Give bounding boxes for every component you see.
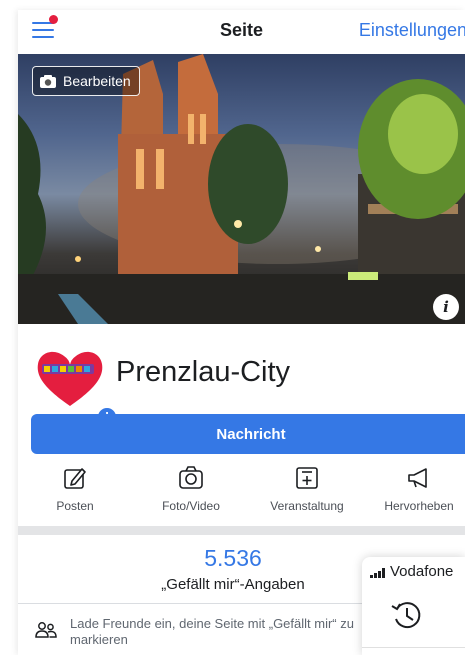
promote-action[interactable]: Hervorheben [364,465,465,513]
heart-logo [37,351,103,406]
invite-text: Lade Freunde ein, deine Seite mit „Gefäl… [70,616,354,647]
friends-icon [35,622,57,638]
history-icon[interactable] [388,597,424,633]
settings-link[interactable]: Einstellungen [359,20,465,41]
edit-cover-label: Bearbeiten [63,73,131,89]
edit-cover-button[interactable]: Bearbeiten [32,66,140,96]
panel-divider [362,647,465,648]
signal-icon [370,568,385,578]
profile-section: + Prenzlau-City [18,324,465,428]
camera-icon [179,466,203,489]
info-button[interactable]: i [433,294,459,320]
post-label: Posten [56,499,94,513]
cover-photo[interactable]: Bearbeiten i [18,54,465,324]
promote-label: Hervorheben [384,499,454,513]
message-button[interactable]: Nachricht [31,414,465,454]
page-name: Prenzlau-City [116,356,291,388]
edit-icon [64,468,86,489]
event-icon [296,467,318,489]
event-label: Veranstaltung [270,499,344,513]
photo-video-action[interactable]: Foto/Video [136,465,246,513]
camera-icon [40,74,56,88]
action-bar: Posten Foto/Video Veranstaltung Hervorhe… [18,465,465,523]
section-divider [18,526,465,535]
top-bar: Seite Einstellungen [18,10,465,54]
event-action[interactable]: Veranstaltung [252,465,362,513]
megaphone-icon [408,468,427,488]
photo-video-label: Foto/Video [162,499,220,513]
post-action[interactable]: Posten [20,465,130,513]
avatar[interactable]: + [34,346,118,428]
carrier-label: Vodafone [390,563,454,580]
ios-overlay-panel[interactable]: Vodafone [362,557,465,655]
